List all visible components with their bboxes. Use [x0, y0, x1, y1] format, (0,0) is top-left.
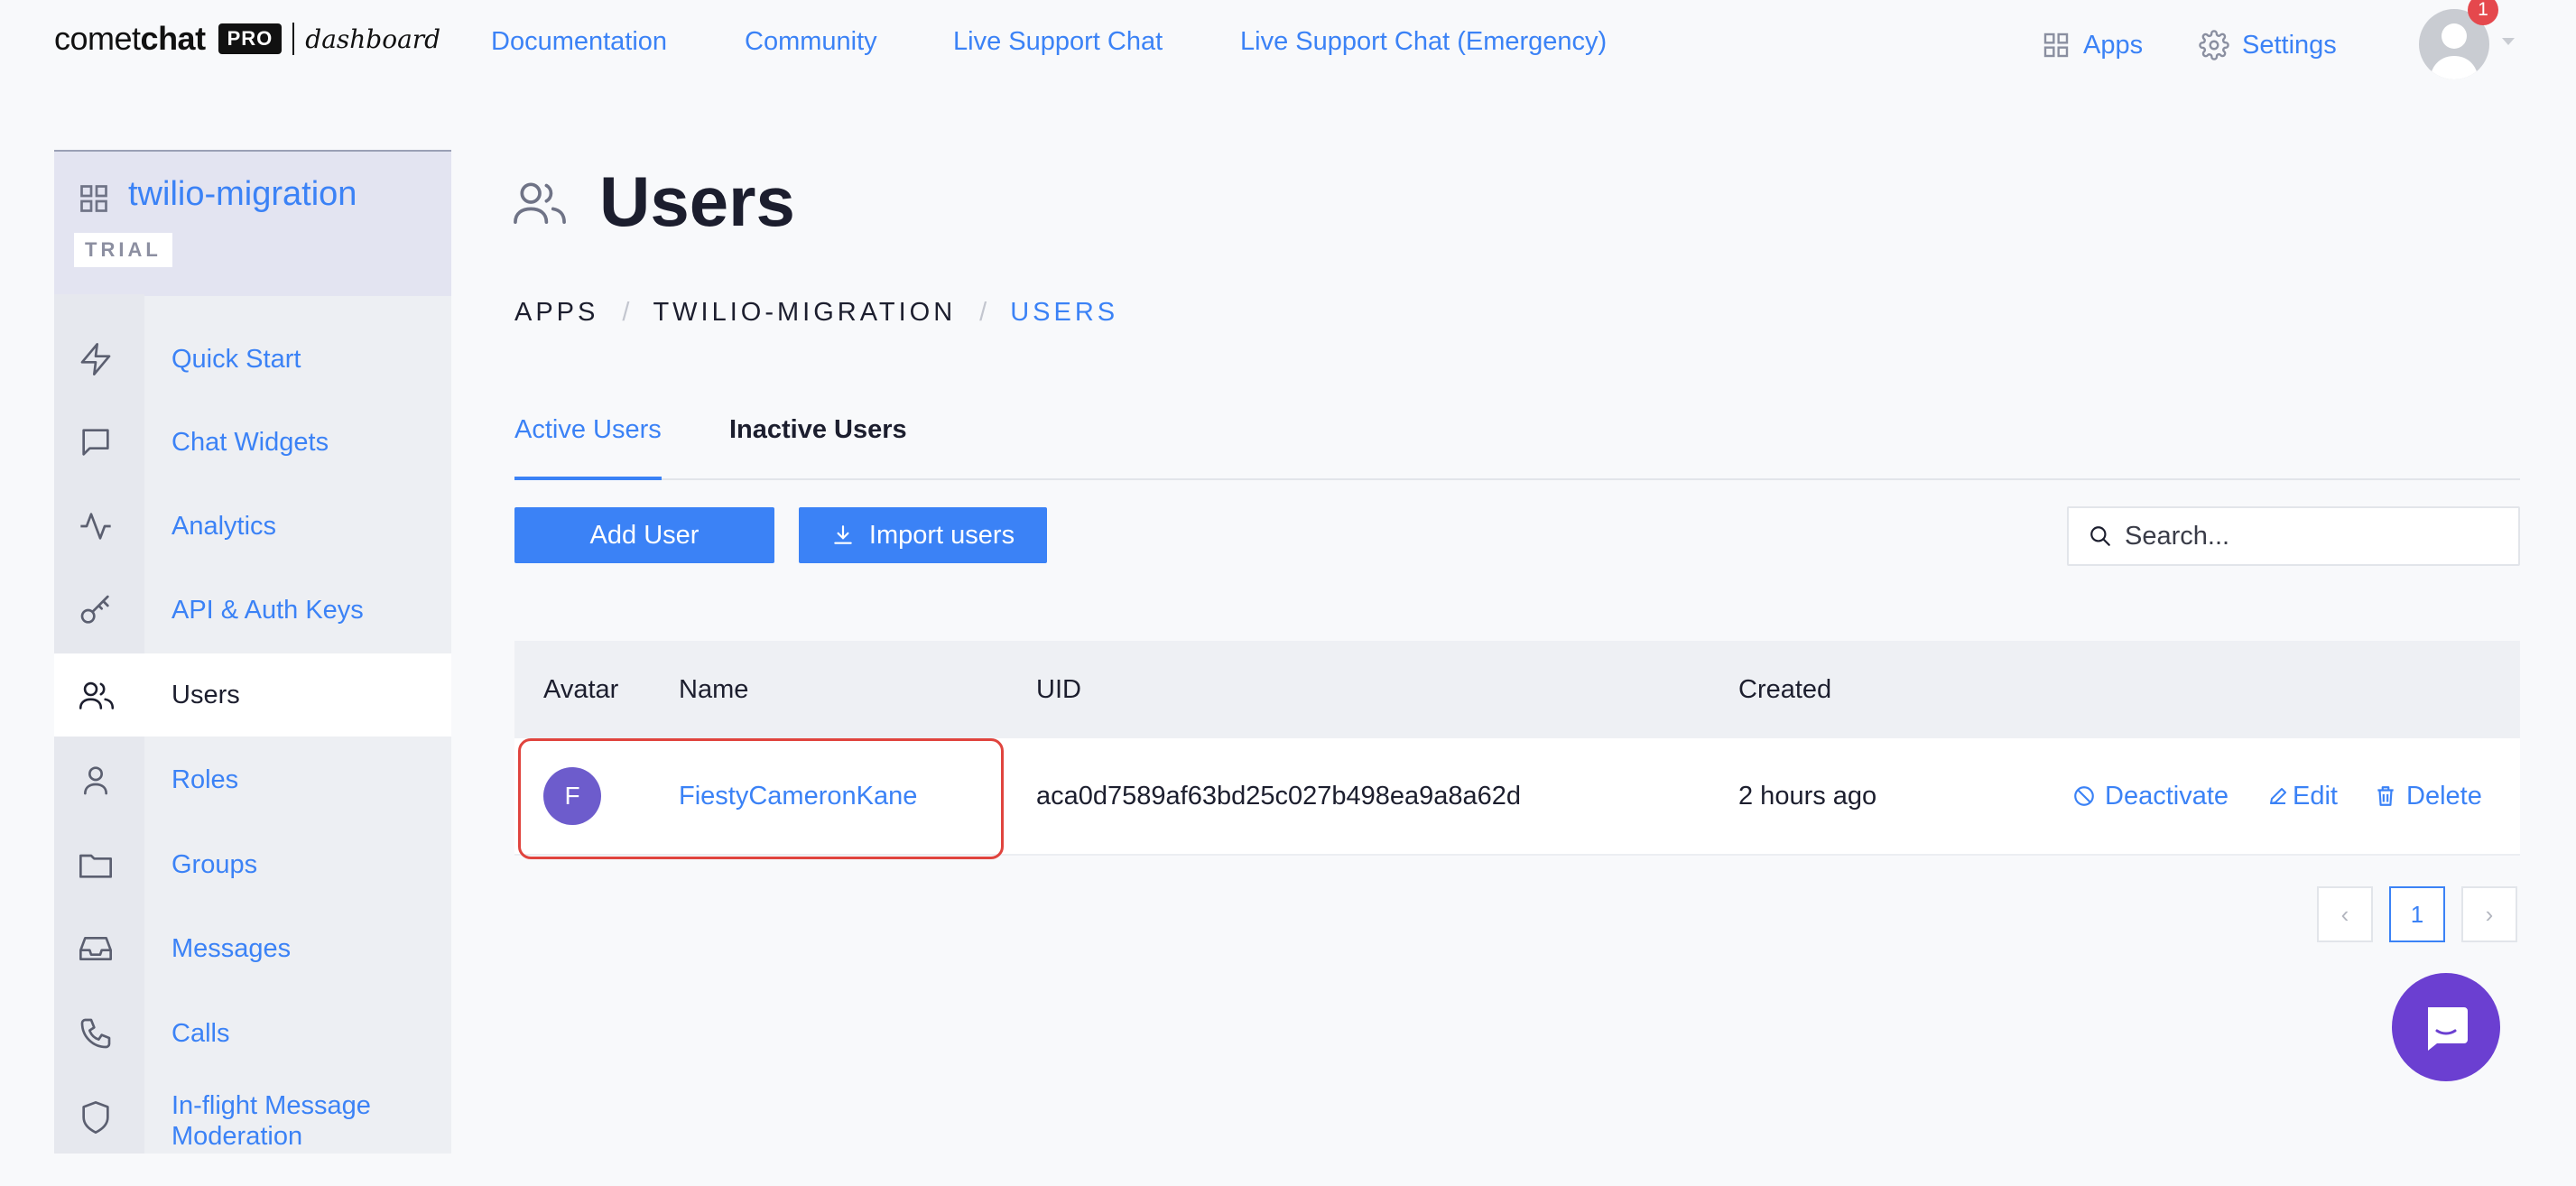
sidebar-item-in-flight-moderation[interactable]: In-flight Message Moderation	[54, 1078, 451, 1186]
trial-badge: TRIAL	[74, 233, 172, 267]
trash-icon	[2377, 786, 2394, 806]
sidebar-item-label: Groups	[171, 850, 258, 879]
user-uid: aca0d7589af63bd25c027b498ea9a8a62d	[1036, 781, 1522, 811]
deactivate-button[interactable]: Deactivate	[2072, 738, 2229, 854]
pagination-page-1[interactable]: 1	[2389, 886, 2445, 942]
nav-live-support-emergency[interactable]: Live Support Chat (Emergency)	[1240, 27, 1607, 57]
sidebar-item-quick-start[interactable]: Quick Start	[54, 318, 451, 401]
chat-launcher-button[interactable]	[2392, 973, 2500, 1081]
pagination-next[interactable]: ›	[2461, 886, 2517, 942]
column-created: Created	[1738, 674, 1832, 704]
breadcrumb-app[interactable]: TWILIO-MIGRATION	[653, 298, 956, 328]
pagination-prev[interactable]: ‹	[2317, 886, 2373, 942]
search-box[interactable]	[2067, 506, 2520, 566]
app-name: twilio-migration	[128, 175, 357, 213]
sidebar-item-analytics[interactable]: Analytics	[54, 485, 451, 568]
edit-label: Edit	[2293, 781, 2338, 811]
delete-label: Delete	[2406, 781, 2482, 811]
table-header: Avatar Name UID Created	[514, 641, 2520, 738]
top-bar: cometchat PRO dashboard Documentation Co…	[0, 0, 2576, 90]
import-users-button[interactable]: Import users	[799, 507, 1047, 563]
logo-wordmark: cometchat	[54, 20, 206, 57]
sidebar-item-label: Calls	[171, 1019, 230, 1048]
column-name: Name	[679, 674, 749, 704]
logo-divider	[292, 23, 295, 55]
users-icon	[79, 681, 115, 709]
download-icon	[834, 525, 852, 544]
gear-icon	[2199, 30, 2229, 60]
user-created: 2 hours ago	[1738, 781, 1877, 811]
search-icon	[2090, 526, 2110, 546]
sidebar-item-label: Messages	[171, 934, 292, 963]
apps-label: Apps	[2083, 30, 2144, 60]
bolt-icon	[80, 343, 111, 375]
sidebar-item-calls[interactable]: Calls	[54, 992, 451, 1075]
logo-pro-badge: PRO	[218, 23, 283, 54]
sidebar-item-label: API & Auth Keys	[171, 596, 364, 625]
sidebar-item-label: In-flight Message Moderation	[171, 1091, 371, 1151]
sidebar-item-label: Quick Start	[171, 345, 301, 374]
sidebar-item-label: Users	[171, 681, 240, 709]
folder-icon	[79, 854, 112, 878]
settings-link[interactable]: Settings	[2199, 25, 2337, 65]
nav-live-support-chat[interactable]: Live Support Chat	[953, 27, 1163, 57]
sidebar-item-messages[interactable]: Messages	[54, 907, 451, 990]
user-tabs: Active Users Inactive Users	[514, 415, 2520, 480]
delete-button[interactable]: Delete	[2374, 738, 2482, 854]
notification-badge[interactable]: 1	[2468, 0, 2498, 25]
ban-icon	[2074, 786, 2094, 806]
breadcrumb-current: USERS	[1010, 298, 1119, 327]
column-avatar: Avatar	[543, 674, 619, 704]
chat-bubble-icon	[82, 429, 109, 456]
breadcrumb-separator: /	[979, 298, 987, 327]
sidebar-item-label: Roles	[171, 765, 239, 794]
sidebar-item-groups[interactable]: Groups	[54, 823, 451, 906]
inbox-icon	[79, 937, 112, 960]
settings-label: Settings	[2242, 30, 2337, 60]
activity-icon	[80, 513, 111, 540]
profile-dropdown-caret[interactable]	[2502, 38, 2515, 45]
shield-icon	[82, 1101, 109, 1134]
breadcrumb-separator: /	[622, 298, 630, 327]
tab-active-users[interactable]: Active Users	[514, 415, 662, 480]
apps-link[interactable]: Apps	[2042, 25, 2143, 65]
app-grid-icon	[80, 185, 107, 212]
grid-icon	[2043, 32, 2069, 58]
import-users-label: Import users	[868, 520, 1015, 550]
phone-icon	[80, 1018, 111, 1049]
user-icon	[84, 766, 107, 795]
column-uid: UID	[1036, 674, 1081, 704]
cometchat-logo[interactable]: cometchat PRO dashboard	[54, 20, 440, 58]
breadcrumb: APPS / TWILIO-MIGRATION / USERS	[514, 298, 1118, 328]
sidebar-item-api-auth-keys[interactable]: API & Auth Keys	[54, 569, 451, 652]
tab-inactive-users[interactable]: Inactive Users	[729, 415, 907, 477]
sidebar-item-roles[interactable]: Roles	[54, 738, 451, 821]
nav-documentation[interactable]: Documentation	[491, 27, 667, 57]
logo-dashboard-text: dashboard	[305, 23, 441, 54]
sidebar-item-chat-widgets[interactable]: Chat Widgets	[54, 401, 451, 484]
row-highlight-outline	[518, 738, 1004, 859]
pencil-icon	[2270, 788, 2286, 804]
app-switcher[interactable]: twilio-migration TRIAL	[54, 150, 451, 296]
add-user-label: Add User	[589, 520, 700, 550]
edit-button[interactable]: Edit	[2267, 738, 2338, 854]
search-input[interactable]	[2123, 520, 2506, 552]
sidebar-item-label: Analytics	[171, 512, 277, 541]
sidebar-item-users[interactable]: Users	[54, 653, 451, 737]
sidebar-item-label: Chat Widgets	[171, 428, 329, 457]
users-title-icon	[514, 182, 566, 224]
sidebar: twilio-migration TRIAL Quick Start Chat …	[54, 150, 451, 1154]
page-title: Users	[599, 162, 795, 241]
deactivate-label: Deactivate	[2105, 781, 2229, 811]
nav-community[interactable]: Community	[745, 27, 877, 57]
add-user-button[interactable]: Add User	[514, 507, 774, 563]
key-icon	[80, 595, 109, 624]
breadcrumb-apps[interactable]: APPS	[514, 298, 598, 328]
chat-launcher-icon	[2428, 1007, 2468, 1051]
